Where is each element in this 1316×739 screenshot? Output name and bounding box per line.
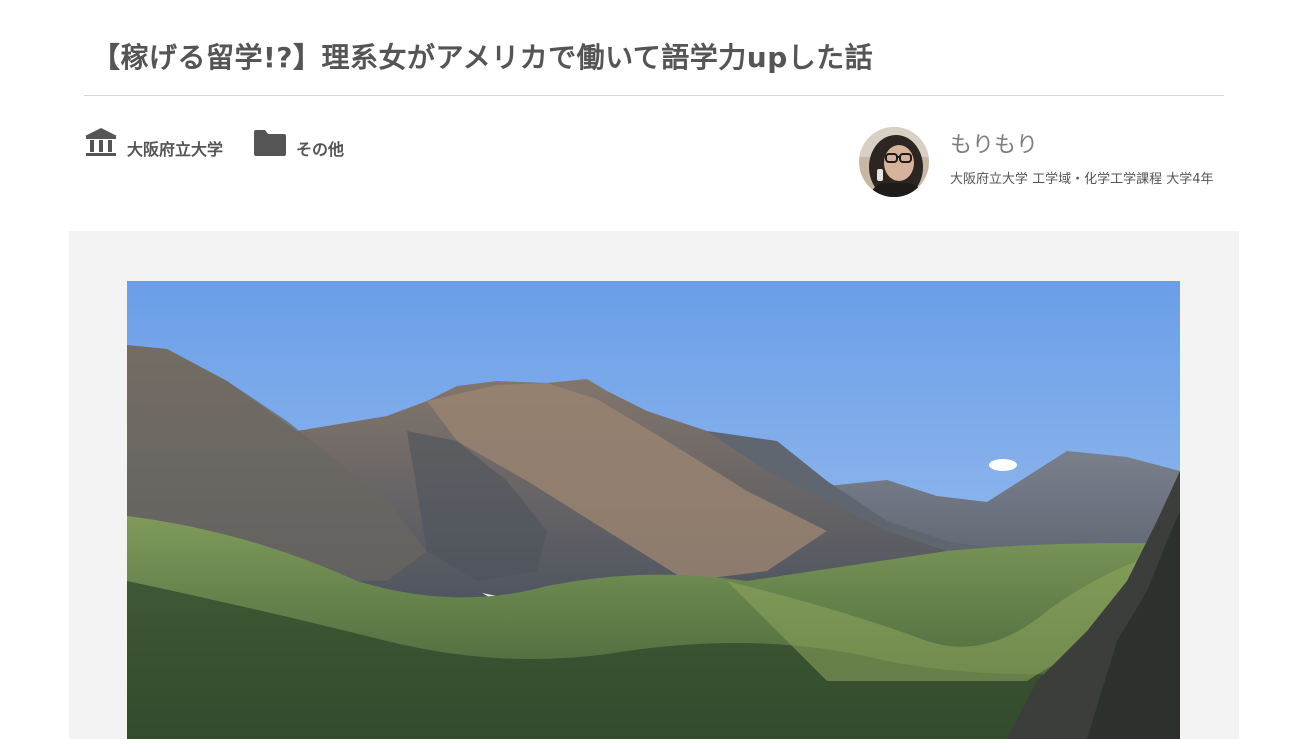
university-icon xyxy=(84,127,118,159)
article-page: 【稼げる留学!?】理系女がアメリカで働いて語学力upした話 大阪府立大学 その他… xyxy=(0,0,1316,739)
author-card: もりもり 大阪府立大学 工学域・化学工学課程 大学4年 xyxy=(859,127,1229,217)
author-avatar[interactable] xyxy=(859,127,929,197)
folder-icon xyxy=(253,127,287,159)
article-meta: 大阪府立大学 その他 xyxy=(84,126,374,160)
author-name[interactable]: もりもり xyxy=(950,127,1038,159)
author-affiliation: 大阪府立大学 工学域・化学工学課程 大学4年 xyxy=(950,172,1214,187)
title-divider xyxy=(84,95,1224,96)
tag-university-label: 大阪府立大学 xyxy=(127,140,224,159)
tag-university[interactable]: 大阪府立大学 xyxy=(84,126,223,160)
tag-category[interactable]: その他 xyxy=(253,126,344,160)
article-title: 【稼げる留学!?】理系女がアメリカで働いて語学力upした話 xyxy=(92,41,874,74)
hero-image xyxy=(127,281,1180,739)
tag-category-label: その他 xyxy=(296,140,345,159)
